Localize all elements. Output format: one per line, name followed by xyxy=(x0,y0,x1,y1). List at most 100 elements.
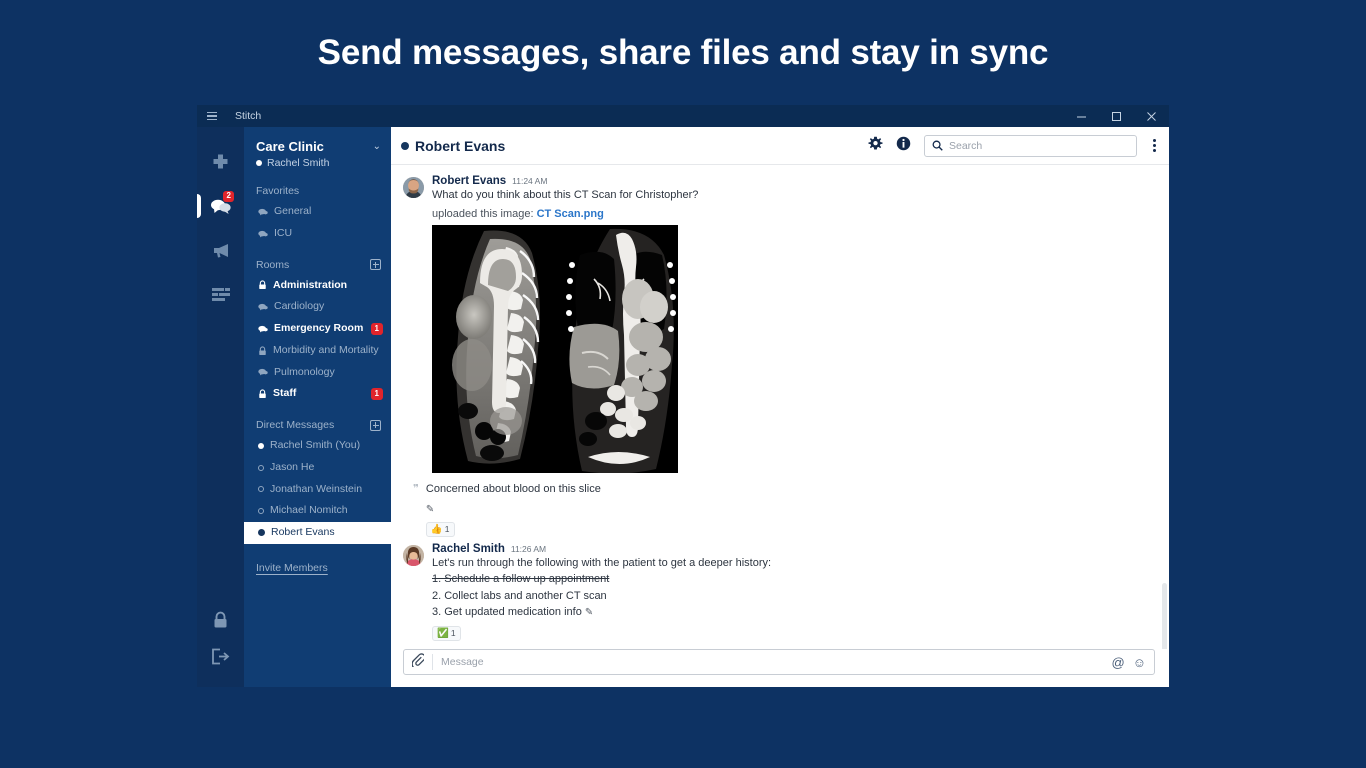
presence-dot-offline xyxy=(258,508,264,514)
minimize-button[interactable] xyxy=(1064,105,1099,127)
rail-item-announcements[interactable] xyxy=(197,231,244,269)
rail-bottom-group xyxy=(197,607,244,669)
quote-icon: ❞ xyxy=(413,483,419,496)
message-list-item: 2. Collect labs and another CT scan xyxy=(432,588,1155,605)
megaphone-icon xyxy=(211,241,231,259)
favorite-item-general[interactable]: General xyxy=(244,201,391,223)
channel-icon xyxy=(258,208,268,216)
message-author: Robert Evans xyxy=(432,175,506,187)
search-icon xyxy=(932,140,943,151)
promo-banner: Send messages, share files and stay in s… xyxy=(0,0,1366,105)
message-list-item-row: 3. Get updated medication info ✎ xyxy=(432,604,1155,621)
lock-icon xyxy=(258,346,267,356)
dm-item-jonathan-weinstein[interactable]: Jonathan Weinstein xyxy=(244,479,391,501)
window-controls xyxy=(1064,105,1169,127)
lock-icon xyxy=(258,389,267,399)
message-timestamp: 11:24 AM xyxy=(512,176,547,186)
presence-dot-online xyxy=(258,529,265,536)
room-item-morbidity-and-mortality[interactable]: Morbidity and Mortality xyxy=(244,340,391,362)
chat-pane: Robert Evans xyxy=(391,127,1169,687)
lock-icon xyxy=(258,280,267,290)
rail-item-chat[interactable]: 2 xyxy=(197,187,244,225)
presence-dot-online xyxy=(256,160,262,166)
dm-label: Michael Nomitch xyxy=(270,503,383,519)
reaction-count: 1 xyxy=(445,524,450,534)
rail-item-add[interactable] xyxy=(197,143,244,181)
invite-members-link[interactable]: Invite Members xyxy=(244,562,391,574)
dm-label: Jason He xyxy=(270,460,383,476)
rail-item-lock[interactable] xyxy=(197,607,244,633)
room-label: Pulmonology xyxy=(274,365,383,381)
paperclip-icon[interactable] xyxy=(412,653,424,672)
dm-item-rachel-smith[interactable]: Rachel Smith (You) xyxy=(244,435,391,457)
avatar xyxy=(403,177,424,198)
direct-messages-title: Direct Messages xyxy=(256,419,334,431)
add-dm-icon[interactable] xyxy=(370,420,381,431)
chevron-down-icon[interactable]: ⌄ xyxy=(373,141,381,152)
current-user-name: Rachel Smith xyxy=(267,157,329,169)
gear-icon[interactable] xyxy=(868,136,883,156)
channel-icon xyxy=(258,325,268,333)
message-input-placeholder[interactable]: Message xyxy=(441,656,1104,668)
dm-label: Rachel Smith (You) xyxy=(270,438,383,454)
sidebar: Care Clinic Rachel Smith ⌄ Favorites Gen… xyxy=(244,127,391,687)
ct-scan-image[interactable] xyxy=(432,225,678,473)
room-item-staff[interactable]: Staff 1 xyxy=(244,383,391,405)
upload-prefix: uploaded this image: xyxy=(432,208,534,220)
plus-cross-icon xyxy=(211,153,230,172)
room-unread-badge: 1 xyxy=(371,323,383,335)
kebab-menu-icon[interactable] xyxy=(1150,137,1159,154)
maximize-button[interactable] xyxy=(1099,105,1134,127)
edit-icon[interactable]: ✎ xyxy=(426,504,434,515)
message-attachment-line: uploaded this image: CT Scan.png xyxy=(432,208,1155,220)
menu-icon[interactable] xyxy=(197,105,227,127)
avatar xyxy=(403,545,424,566)
message-list-item: 1. Schedule a follow up appointment xyxy=(432,571,1155,588)
reaction-count: 1 xyxy=(451,628,456,638)
quoted-reply: ❞ Concerned about blood on this slice ✎ … xyxy=(403,483,1155,537)
search-input[interactable]: Search xyxy=(924,135,1137,157)
rail-item-logout[interactable] xyxy=(197,643,244,669)
workspace-header[interactable]: Care Clinic Rachel Smith ⌄ xyxy=(244,135,391,171)
chat-unread-badge: 2 xyxy=(223,191,234,202)
favorite-item-icu[interactable]: ICU xyxy=(244,223,391,245)
room-item-pulmonology[interactable]: Pulmonology xyxy=(244,362,391,384)
room-item-emergency-room[interactable]: Emergency Room 1 xyxy=(244,318,391,340)
message-list-item: 3. Get updated medication info xyxy=(432,606,582,618)
info-icon[interactable] xyxy=(896,136,911,156)
message-body: Robert Evans 11:24 AM What do you think … xyxy=(432,175,1155,473)
emoji-icon[interactable]: ☺ xyxy=(1133,655,1146,670)
channel-label: ICU xyxy=(274,226,383,242)
quote-text: Concerned about blood on this slice xyxy=(426,483,601,495)
edit-icon[interactable]: ✎ xyxy=(585,605,593,620)
presence-dot-offline xyxy=(258,465,264,471)
add-room-icon[interactable] xyxy=(370,259,381,270)
room-unread-badge: 1 xyxy=(371,388,383,400)
message-composer[interactable]: Message @ ☺ xyxy=(403,649,1155,675)
dm-item-michael-nomitch[interactable]: Michael Nomitch xyxy=(244,500,391,522)
mention-icon[interactable]: @ xyxy=(1112,655,1125,670)
dm-item-jason-he[interactable]: Jason He xyxy=(244,457,391,479)
message-header: Rachel Smith 11:26 AM xyxy=(432,543,1155,555)
channel-label: General xyxy=(274,204,383,220)
reaction-emoji: ✅ xyxy=(437,627,449,640)
dm-item-robert-evans[interactable]: Robert Evans xyxy=(244,522,391,544)
room-item-administration[interactable]: Administration xyxy=(244,275,391,297)
reaction-badge[interactable]: ✅ 1 xyxy=(432,626,461,641)
close-button[interactable] xyxy=(1134,105,1169,127)
room-item-cardiology[interactable]: Cardiology xyxy=(244,296,391,318)
message-timestamp: 11:26 AM xyxy=(511,544,546,554)
message-item: Rachel Smith 11:26 AM Let's run through … xyxy=(403,543,1155,641)
attachment-link[interactable]: CT Scan.png xyxy=(537,208,604,220)
rail-item-lists[interactable] xyxy=(197,275,244,313)
message-text: Let's run through the following with the… xyxy=(432,555,1155,572)
app-window: Stitch xyxy=(197,105,1169,687)
reaction-badge[interactable]: 👍 1 xyxy=(426,522,455,537)
logout-icon xyxy=(211,648,230,665)
channel-icon xyxy=(258,230,268,238)
composer-actions: @ ☺ xyxy=(1112,655,1146,670)
favorites-title: Favorites xyxy=(256,185,299,197)
chat-title-text: Robert Evans xyxy=(415,138,505,154)
message-scrollbar[interactable] xyxy=(1162,583,1167,649)
presence-dot-online xyxy=(258,443,264,449)
